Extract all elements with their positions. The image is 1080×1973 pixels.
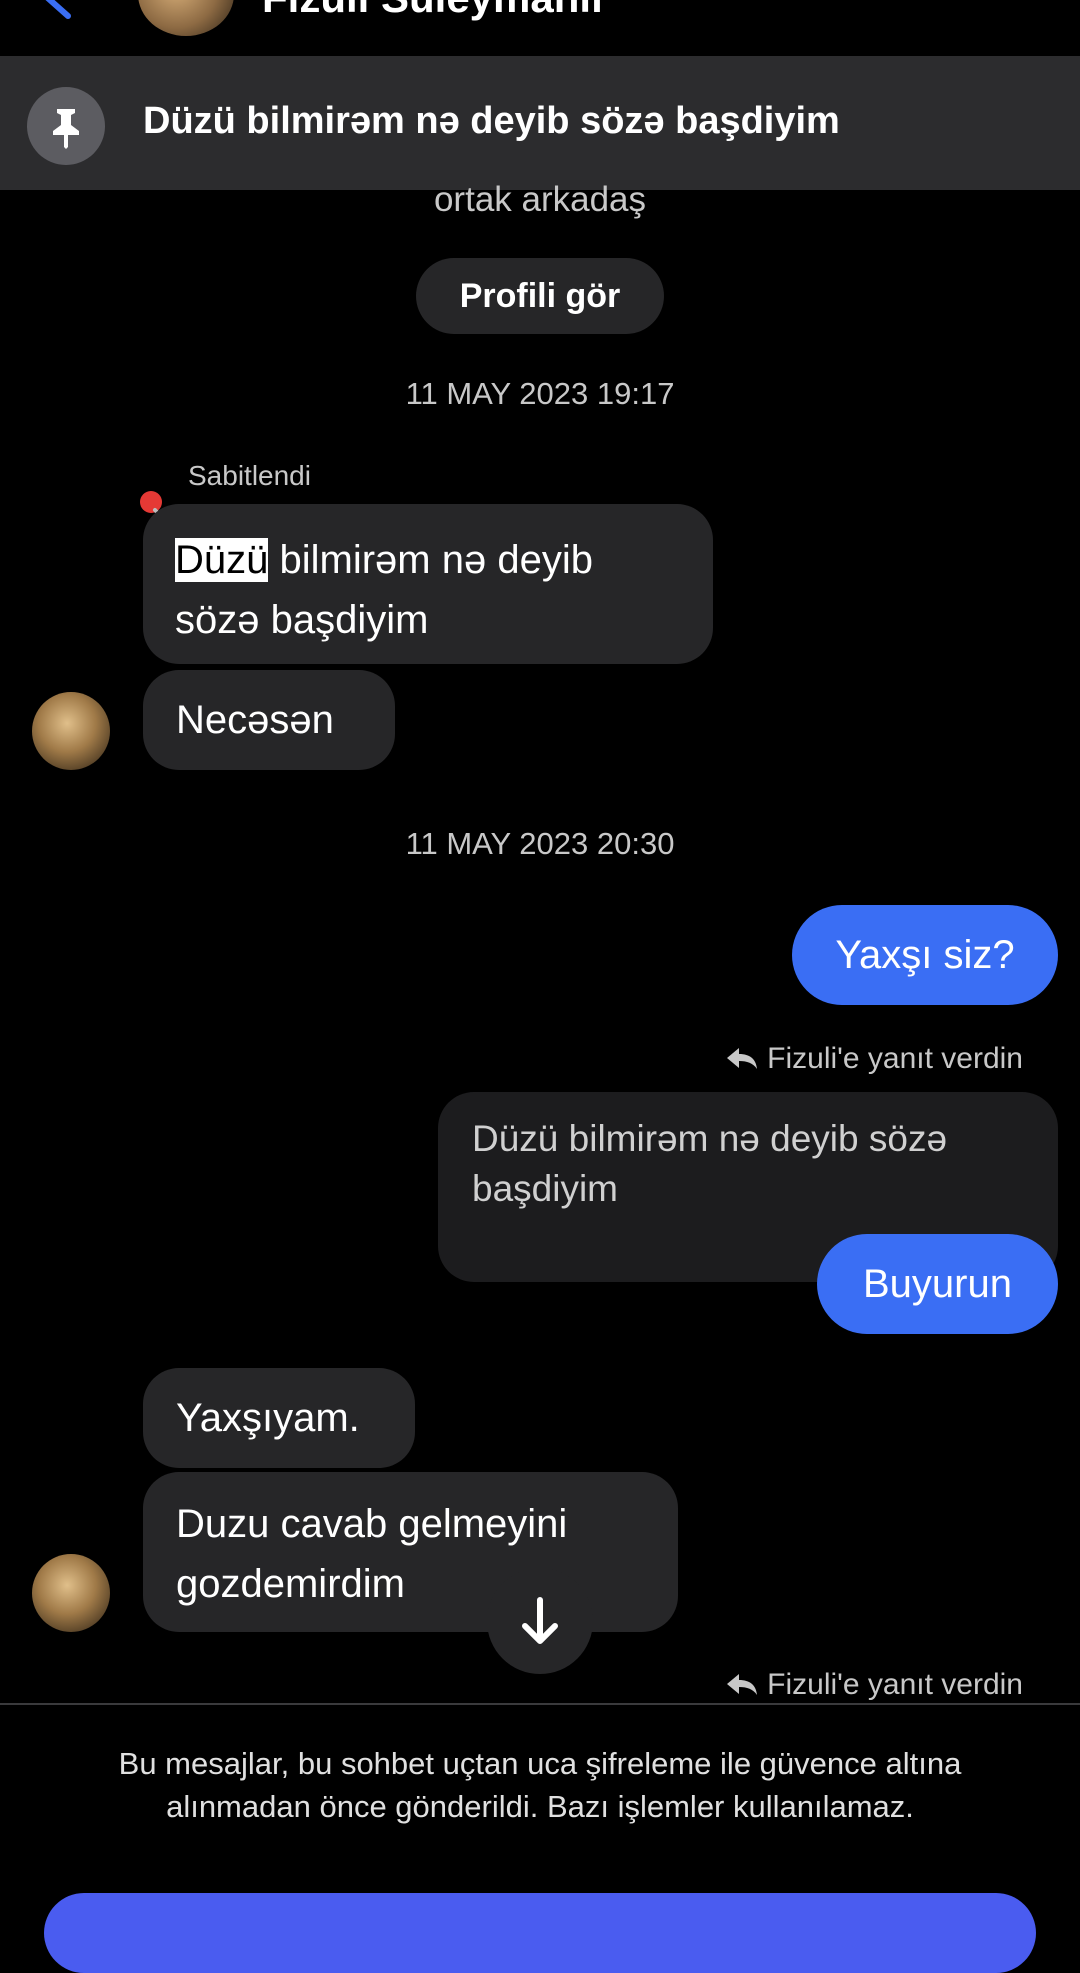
reply-info-text: Fizuli'e yanıt verdin bbox=[767, 1668, 1023, 1701]
incoming-message[interactable]: Necəsən bbox=[143, 670, 395, 770]
pinned-message-bubble[interactable]: Düzü bilmirəm nə deyib sözə başdiyim bbox=[143, 504, 713, 664]
pinned-message-text[interactable]: Düzü bilmirəm nə deyib sözə başdiyim bbox=[143, 100, 840, 143]
encryption-notice: Bu mesajlar, bu sohbet uçtan uca şifrele… bbox=[118, 1746, 962, 1824]
outgoing-message[interactable]: Buyurun bbox=[817, 1234, 1058, 1334]
incoming-message[interactable]: Duzu cavab gelmeyini gozdemirdim bbox=[143, 1472, 678, 1632]
back-arrow-icon[interactable] bbox=[40, 0, 80, 20]
pinned-label: Sabitlendi bbox=[188, 460, 311, 491]
reply-info: Fizuli'e yanıt verdin bbox=[0, 1668, 1023, 1702]
timestamp: 11 MAY 2023 20:30 bbox=[405, 826, 675, 861]
reply-info: Fizuli'e yanıt verdin bbox=[0, 1042, 1023, 1076]
mutual-friend-text: ortak arkadaş bbox=[433, 180, 647, 219]
incoming-message[interactable]: Yaxşıyam. bbox=[143, 1368, 415, 1468]
reply-icon bbox=[727, 1048, 758, 1069]
bottom-action-button[interactable] bbox=[44, 1893, 1036, 1973]
divider bbox=[0, 1703, 1080, 1705]
sender-avatar[interactable] bbox=[32, 1554, 110, 1632]
sender-avatar[interactable] bbox=[32, 692, 110, 770]
pin-icon bbox=[27, 87, 105, 165]
header-avatar[interactable] bbox=[138, 0, 234, 36]
scroll-down-button[interactable] bbox=[487, 1568, 593, 1674]
view-profile-button[interactable]: Profili gör bbox=[416, 258, 664, 334]
timestamp: 11 MAY 2023 19:17 bbox=[405, 376, 675, 411]
chat-header: Fizuli Süleymanlı bbox=[0, 0, 1080, 56]
contact-name[interactable]: Fizuli Süleymanlı bbox=[262, 0, 603, 22]
arrow-down-icon bbox=[522, 1597, 558, 1644]
highlighted-word: Düzü bbox=[175, 538, 269, 582]
reply-icon bbox=[727, 1674, 758, 1695]
reply-info-text: Fizuli'e yanıt verdin bbox=[767, 1042, 1023, 1075]
outgoing-message[interactable]: Yaxşı siz? bbox=[792, 905, 1058, 1005]
